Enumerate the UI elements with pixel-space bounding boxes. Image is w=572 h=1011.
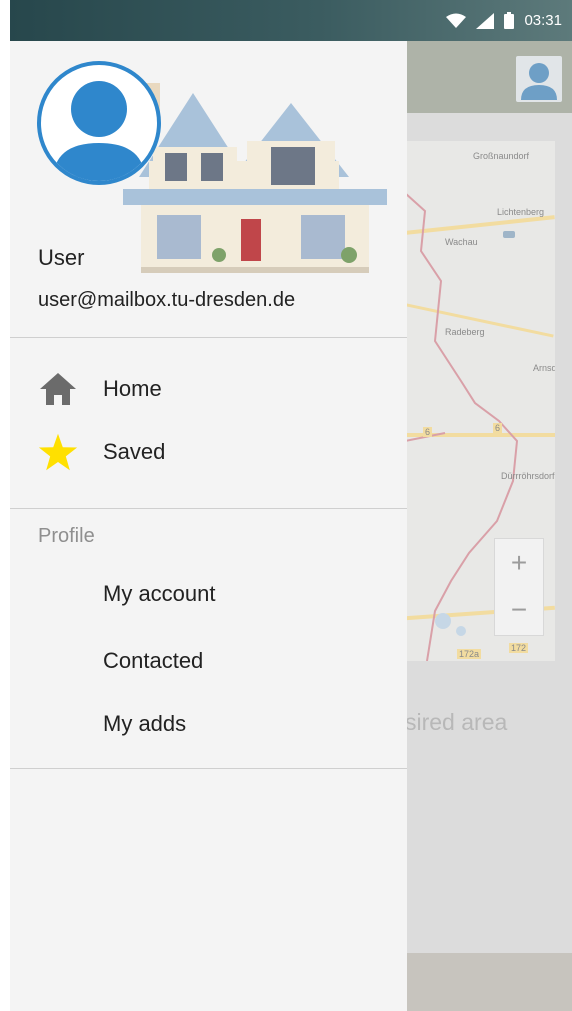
status-icons: 03:31 <box>446 0 562 41</box>
user-email: user@mailbox.tu-dresden.de <box>38 289 296 311</box>
map-road-label: 6 <box>493 423 503 433</box>
menu-item-label: My adds <box>103 711 187 736</box>
map-label: Radeberg <box>445 327 485 337</box>
wifi-icon <box>446 13 467 28</box>
profile-section: Profile My account Contacted My adds <box>10 509 407 769</box>
status-bar: 03:31 <box>10 0 572 41</box>
battery-icon <box>504 12 515 29</box>
status-time: 03:31 <box>524 12 562 29</box>
toolbar-avatar-button[interactable] <box>516 56 562 102</box>
hint-text: sired area <box>405 709 508 735</box>
menu-item-my-adds[interactable]: My adds <box>10 701 407 747</box>
map-road-label: 172 <box>509 643 529 653</box>
map-zoom-controls: + − <box>494 538 544 636</box>
navigation-drawer: User user@mailbox.tu-dresden.de Home Sav… <box>10 41 407 1011</box>
map-label: Lichtenberg <box>497 207 545 217</box>
nav-item-home[interactable]: Home <box>10 364 407 414</box>
profile-avatar[interactable] <box>37 61 161 185</box>
menu-item-label: My account <box>103 581 216 606</box>
zoom-in-button[interactable]: + <box>495 539 543 586</box>
menu-item-label: Contacted <box>103 648 204 673</box>
section-title: Profile <box>38 525 95 547</box>
menu-item-my-account[interactable]: My account <box>10 571 407 617</box>
avatar-icon <box>53 81 145 181</box>
avatar-icon <box>521 63 557 100</box>
nav-item-saved[interactable]: Saved <box>10 427 407 477</box>
user-name: User <box>38 245 85 270</box>
main-nav: Home Saved <box>10 338 407 509</box>
nav-item-label: Saved <box>103 439 166 464</box>
map-label: Arnsd <box>533 363 555 373</box>
zoom-out-button[interactable]: − <box>495 586 543 633</box>
home-icon <box>38 369 78 409</box>
app-frame: 03:31 Großnaundorf Lichtenberg Wachau Ra… <box>10 0 572 1011</box>
signal-icon <box>476 12 495 29</box>
map-label: Wachau <box>445 237 478 247</box>
house-illustration <box>123 83 387 273</box>
map-road-label: 172a <box>457 649 482 659</box>
star-icon <box>38 432 78 472</box>
map-label: Großnaundorf <box>473 151 530 161</box>
map-label: Dürrröhrsdorf <box>501 471 555 481</box>
map-road-label: 6 <box>423 427 433 437</box>
drawer-header: User user@mailbox.tu-dresden.de <box>10 41 407 338</box>
nav-item-label: Home <box>103 376 162 401</box>
menu-item-contacted[interactable]: Contacted <box>10 638 407 684</box>
